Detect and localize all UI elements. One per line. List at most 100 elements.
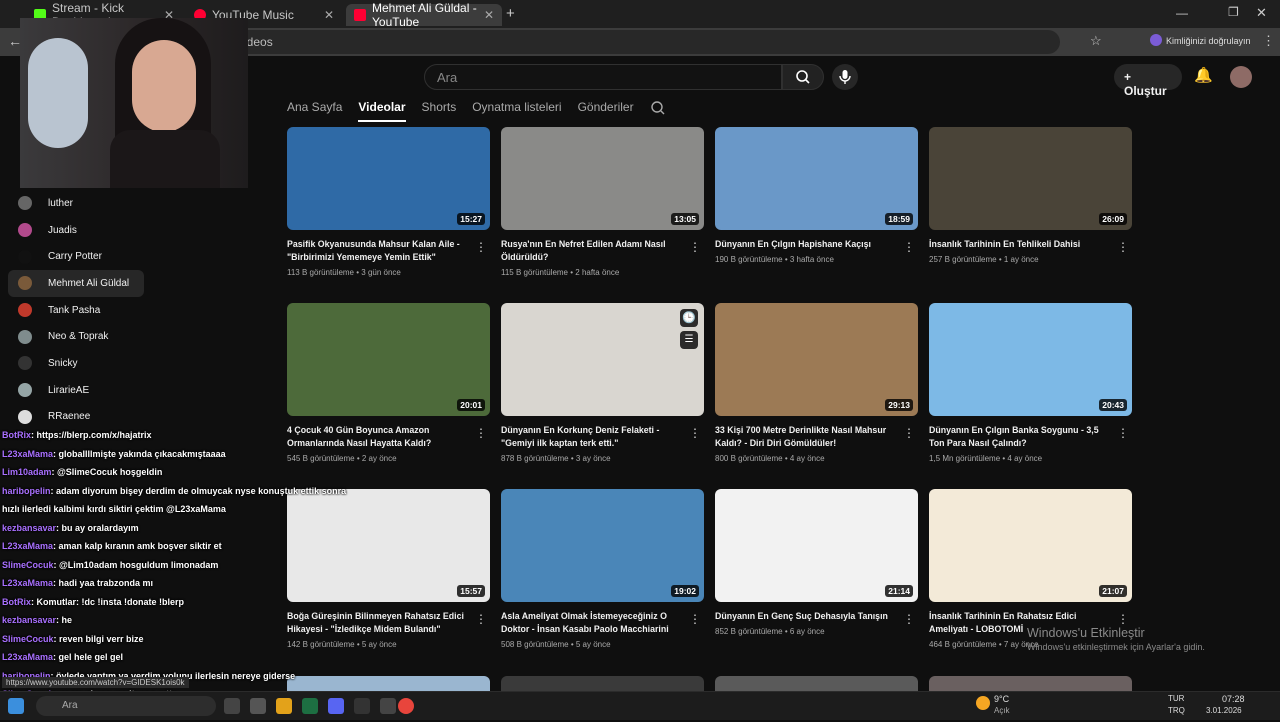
video-duration: 21:14 xyxy=(885,585,913,597)
profile-chip[interactable]: Kimliğinizi doğrulayın xyxy=(1166,36,1251,46)
video-menu-icon[interactable]: ⋮ xyxy=(475,240,487,254)
channel-avatar xyxy=(18,330,32,344)
video-thumbnail[interactable]: 15:27 xyxy=(287,127,490,230)
avatar[interactable] xyxy=(1230,66,1252,88)
bookmark-star-icon[interactable]: ☆ xyxy=(1090,33,1102,49)
tab-gonderiler[interactable]: Gönderiler xyxy=(578,100,634,122)
sidebar-item-subscription[interactable]: Snicky xyxy=(0,350,160,377)
video-thumbnail[interactable]: 21:07 xyxy=(929,489,1132,602)
sidebar-item-label: RRaenee xyxy=(48,411,90,422)
video-menu-icon[interactable]: ⋮ xyxy=(903,240,915,254)
separator: • xyxy=(783,454,790,463)
video-card[interactable]: 21:14 Dünyanın En Genç Suç Dehasıyla Tanı… xyxy=(715,489,918,636)
video-title[interactable]: Dünyanın En Çılgın Banka Soygunu - 3,5 T… xyxy=(929,424,1132,450)
video-title[interactable]: Pasifik Okyanusunda Mahsur Kalan Aile - … xyxy=(287,238,490,264)
taskbar-search[interactable]: Ara xyxy=(36,696,216,716)
sidebar-item-label: Neo & Toprak xyxy=(48,331,108,342)
minimize-button[interactable]: — xyxy=(1176,6,1188,20)
video-menu-icon[interactable]: ⋮ xyxy=(903,426,915,440)
bell-icon[interactable]: 🔔 xyxy=(1194,66,1213,84)
video-metadata: 508 B görüntüleme • 5 ay önce xyxy=(501,640,704,649)
video-menu-icon[interactable]: ⋮ xyxy=(689,426,701,440)
maximize-button[interactable]: ❐ xyxy=(1228,5,1239,19)
video-menu-icon[interactable]: ⋮ xyxy=(689,612,701,626)
video-thumbnail[interactable]: 29:13 xyxy=(715,303,918,416)
tab-videolar[interactable]: Videolar xyxy=(358,100,405,122)
search-button[interactable] xyxy=(782,64,824,90)
video-card[interactable]: 13:05 Rusya'nın En Nefret Edilen Adamı Na… xyxy=(501,127,704,277)
video-menu-icon[interactable]: ⋮ xyxy=(689,240,701,254)
windows-start-icon[interactable] xyxy=(8,698,24,714)
video-menu-icon[interactable]: ⋮ xyxy=(1117,240,1129,254)
tab-ana-sayfa[interactable]: Ana Sayfa xyxy=(287,100,342,122)
sidebar-item-subscription[interactable]: Carry Potter xyxy=(0,243,160,270)
close-icon[interactable]: ✕ xyxy=(324,8,334,22)
video-menu-icon[interactable]: ⋮ xyxy=(1117,612,1129,626)
video-menu-icon[interactable]: ⋮ xyxy=(475,612,487,626)
chat-username: L23xaMama xyxy=(2,449,53,459)
video-menu-icon[interactable]: ⋮ xyxy=(903,612,915,626)
video-thumbnail[interactable]: 21:14 xyxy=(715,489,918,602)
weather-icon xyxy=(976,696,990,710)
video-thumbnail[interactable]: 18:59 xyxy=(715,127,918,230)
close-window-button[interactable]: ✕ xyxy=(1256,5,1267,21)
sidebar-item-subscription[interactable]: Mehmet Ali Güldal xyxy=(8,270,144,297)
tab-shorts[interactable]: Shorts xyxy=(422,100,457,122)
video-card[interactable]: 🕒☰Dünyanın En Korkunç Deniz Felaketi - "… xyxy=(501,303,704,463)
tab-mehmet-ali-guldal[interactable]: Mehmet Ali Güldal - YouTube ✕ xyxy=(346,4,502,26)
separator: • xyxy=(569,454,576,463)
app-icon[interactable] xyxy=(380,698,396,714)
voice-search-button[interactable] xyxy=(832,64,858,90)
sidebar-item-subscription[interactable]: Juadis xyxy=(0,217,160,244)
app-icon[interactable] xyxy=(276,698,292,714)
close-icon[interactable]: ✕ xyxy=(484,8,494,22)
video-title[interactable]: Dünyanın En Korkunç Deniz Felaketi - "Ge… xyxy=(501,424,704,450)
video-card[interactable]: 29:13 33 Kişi 700 Metre Derinlikte Nasıl … xyxy=(715,303,918,463)
chat-message: SlimeCocuk: reven bilgi verr bize xyxy=(2,630,382,649)
sidebar-item-subscription[interactable]: Neo & Toprak xyxy=(0,323,160,350)
app-icon[interactable] xyxy=(302,698,318,714)
video-title[interactable]: Rusya'nın En Nefret Edilen Adamı Nasıl Ö… xyxy=(501,238,704,264)
video-card[interactable]: 21:07İnsanlık Tarihinin En Rahatsız Edic… xyxy=(929,489,1132,649)
chrome-icon[interactable] xyxy=(398,698,414,714)
upload-age: 2 hafta önce xyxy=(575,268,619,277)
add-to-queue-icon[interactable]: ☰ xyxy=(680,331,698,349)
app-icon[interactable] xyxy=(224,698,240,714)
create-button[interactable]: + Oluştur xyxy=(1114,64,1182,90)
video-card[interactable]: 26:09 İnsanlık Tarihinin En Tehlikeli Dah… xyxy=(929,127,1132,264)
chat-message: L23xaMama: hadi yaa trabzonda mı xyxy=(2,574,382,593)
video-card[interactable]: 15:27 Pasifik Okyanusunda Mahsur Kalan Ai… xyxy=(287,127,490,277)
more-menu-icon[interactable]: ⋮ xyxy=(1262,33,1275,49)
video-thumbnail[interactable]: 19:02 xyxy=(501,489,704,602)
url-field[interactable]: ideos xyxy=(230,30,1060,54)
channel-search-icon[interactable] xyxy=(650,100,666,116)
video-thumbnail[interactable]: 13:05 xyxy=(501,127,704,230)
video-thumbnail[interactable]: 26:09 xyxy=(929,127,1132,230)
video-card[interactable]: 20:43 Dünyanın En Çılgın Banka Soygunu - … xyxy=(929,303,1132,463)
app-icon[interactable] xyxy=(354,698,370,714)
video-menu-icon[interactable]: ⋮ xyxy=(1117,426,1129,440)
video-title[interactable]: Asla Ameliyat Olmak İstemeyeceğiniz O Do… xyxy=(501,610,704,636)
profile-icon xyxy=(1150,34,1162,46)
discord-icon[interactable] xyxy=(328,698,344,714)
video-card[interactable]: 19:02 Asla Ameliyat Olmak İstemeyeceğiniz… xyxy=(501,489,704,649)
search-input[interactable]: Ara xyxy=(424,64,782,90)
sidebar-item-subscription[interactable]: Tank Pasha xyxy=(0,297,160,324)
video-menu-icon[interactable]: ⋮ xyxy=(475,426,487,440)
video-title[interactable]: 33 Kişi 700 Metre Derinlikte Nasıl Mahsu… xyxy=(715,424,918,450)
video-thumbnail[interactable]: 20:01 xyxy=(287,303,490,416)
tab-oynatma-listeleri[interactable]: Oynatma listeleri xyxy=(472,100,561,122)
video-thumbnail[interactable]: 🕒☰ xyxy=(501,303,704,416)
view-count: 508 B görüntüleme xyxy=(501,640,569,649)
video-title[interactable]: Dünyanın En Çılgın Hapishane Kaçışı xyxy=(715,238,918,251)
video-thumbnail[interactable]: 20:43 xyxy=(929,303,1132,416)
separator: • xyxy=(569,640,576,649)
new-tab-button[interactable]: + xyxy=(506,5,515,22)
video-title[interactable]: Dünyanın En Genç Suç Dehasıyla Tanışın xyxy=(715,610,918,623)
sidebar-item-subscription[interactable]: LirarieAE xyxy=(0,377,160,404)
watch-later-icon[interactable]: 🕒 xyxy=(680,309,698,327)
app-icon[interactable] xyxy=(250,698,266,714)
video-title[interactable]: İnsanlık Tarihinin En Tehlikeli Dahisi xyxy=(929,238,1132,251)
sidebar-item-subscription[interactable]: luther xyxy=(0,190,160,217)
video-card[interactable]: 18:59 Dünyanın En Çılgın Hapishane Kaçışı… xyxy=(715,127,918,264)
